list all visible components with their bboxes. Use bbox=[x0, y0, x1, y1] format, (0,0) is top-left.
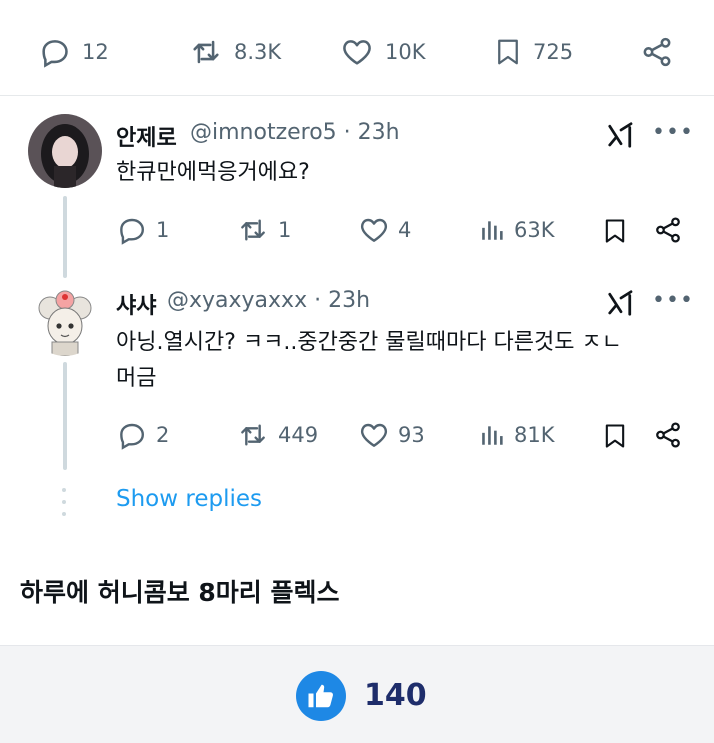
reply-text: 한큐만에먹응거에요? bbox=[116, 160, 310, 185]
thumbs-up-icon bbox=[308, 684, 333, 708]
like-button[interactable]: 4 bbox=[358, 213, 411, 247]
author-name[interactable]: 샤샤 bbox=[116, 288, 156, 320]
thumbs-up-button[interactable] bbox=[296, 671, 346, 721]
reply-count: 2 bbox=[156, 423, 170, 447]
share-icon[interactable] bbox=[653, 420, 683, 450]
like-count: 93 bbox=[398, 423, 425, 447]
bookmark-count: 725 bbox=[533, 40, 574, 64]
repost-count: 8.3K bbox=[234, 40, 282, 64]
grok-icon[interactable] bbox=[606, 288, 636, 318]
repost-icon bbox=[241, 219, 265, 241]
reply-text-line-1: 아닝.열시간? ㅋㅋ..중간중간 물릴때마다 다른것도 ㅈㄴ bbox=[116, 330, 622, 355]
show-replies-link[interactable]: Show replies bbox=[116, 486, 262, 512]
avatar[interactable] bbox=[28, 282, 102, 356]
repost-count: 1 bbox=[278, 218, 292, 242]
view-count: 81K bbox=[514, 423, 555, 447]
bookmark-icon bbox=[498, 39, 518, 65]
share-icon[interactable] bbox=[653, 215, 683, 245]
views-icon bbox=[482, 221, 503, 240]
bookmark-icon[interactable] bbox=[601, 215, 629, 247]
share-button[interactable] bbox=[640, 34, 674, 70]
author-name[interactable]: 안제로 bbox=[116, 120, 177, 152]
views-icon bbox=[482, 426, 503, 445]
more-icon[interactable]: ••• bbox=[652, 288, 694, 313]
reply-button[interactable]: 1 bbox=[116, 213, 169, 247]
like-count: 140 bbox=[364, 678, 427, 713]
like-bar: 140 bbox=[0, 645, 714, 743]
like-button[interactable]: 10K bbox=[339, 34, 426, 70]
avatar[interactable] bbox=[28, 114, 102, 188]
reply-icon bbox=[42, 40, 68, 68]
reply-button[interactable]: 12 bbox=[38, 34, 109, 70]
like-button[interactable]: 93 bbox=[358, 418, 425, 452]
reply-icon bbox=[120, 218, 145, 245]
view-count: 63K bbox=[514, 218, 555, 242]
reply-button[interactable]: 2 bbox=[116, 418, 169, 452]
repost-count: 449 bbox=[278, 423, 319, 447]
repost-icon bbox=[193, 40, 219, 64]
reply-count: 1 bbox=[156, 218, 170, 242]
like-count-top: 10K bbox=[385, 40, 426, 64]
author-handle[interactable]: @imnotzero5 · 23h bbox=[190, 120, 400, 145]
thread-line bbox=[63, 362, 67, 470]
repost-button[interactable]: 449 bbox=[236, 418, 318, 452]
repost-button[interactable]: 8.3K bbox=[188, 34, 281, 70]
heart-icon bbox=[360, 423, 388, 447]
repost-button[interactable]: 1 bbox=[236, 213, 291, 247]
grok-icon[interactable] bbox=[606, 120, 636, 150]
share-icon bbox=[643, 37, 671, 67]
reply-text-line-2: 머금 bbox=[116, 366, 157, 391]
author-handle[interactable]: @xyaxyaxxx · 23h bbox=[167, 288, 370, 313]
like-count: 4 bbox=[398, 218, 412, 242]
post-caption: 하루에 허니콤보 8마리 플렉스 bbox=[20, 578, 340, 607]
reply-count: 12 bbox=[82, 40, 109, 64]
reply-icon bbox=[120, 423, 145, 450]
views-button[interactable]: 63K bbox=[480, 213, 555, 247]
thread-line bbox=[63, 196, 67, 278]
tweet-action-bar: 12 8.3K 10K 725 bbox=[0, 0, 714, 96]
heart-icon bbox=[343, 40, 371, 65]
views-button[interactable]: 81K bbox=[480, 418, 555, 452]
repost-icon bbox=[241, 424, 265, 446]
thread-dots bbox=[62, 488, 66, 524]
bookmark-button[interactable]: 725 bbox=[493, 34, 573, 70]
heart-icon bbox=[360, 218, 388, 242]
bookmark-icon[interactable] bbox=[601, 420, 629, 452]
more-icon[interactable]: ••• bbox=[652, 120, 694, 145]
